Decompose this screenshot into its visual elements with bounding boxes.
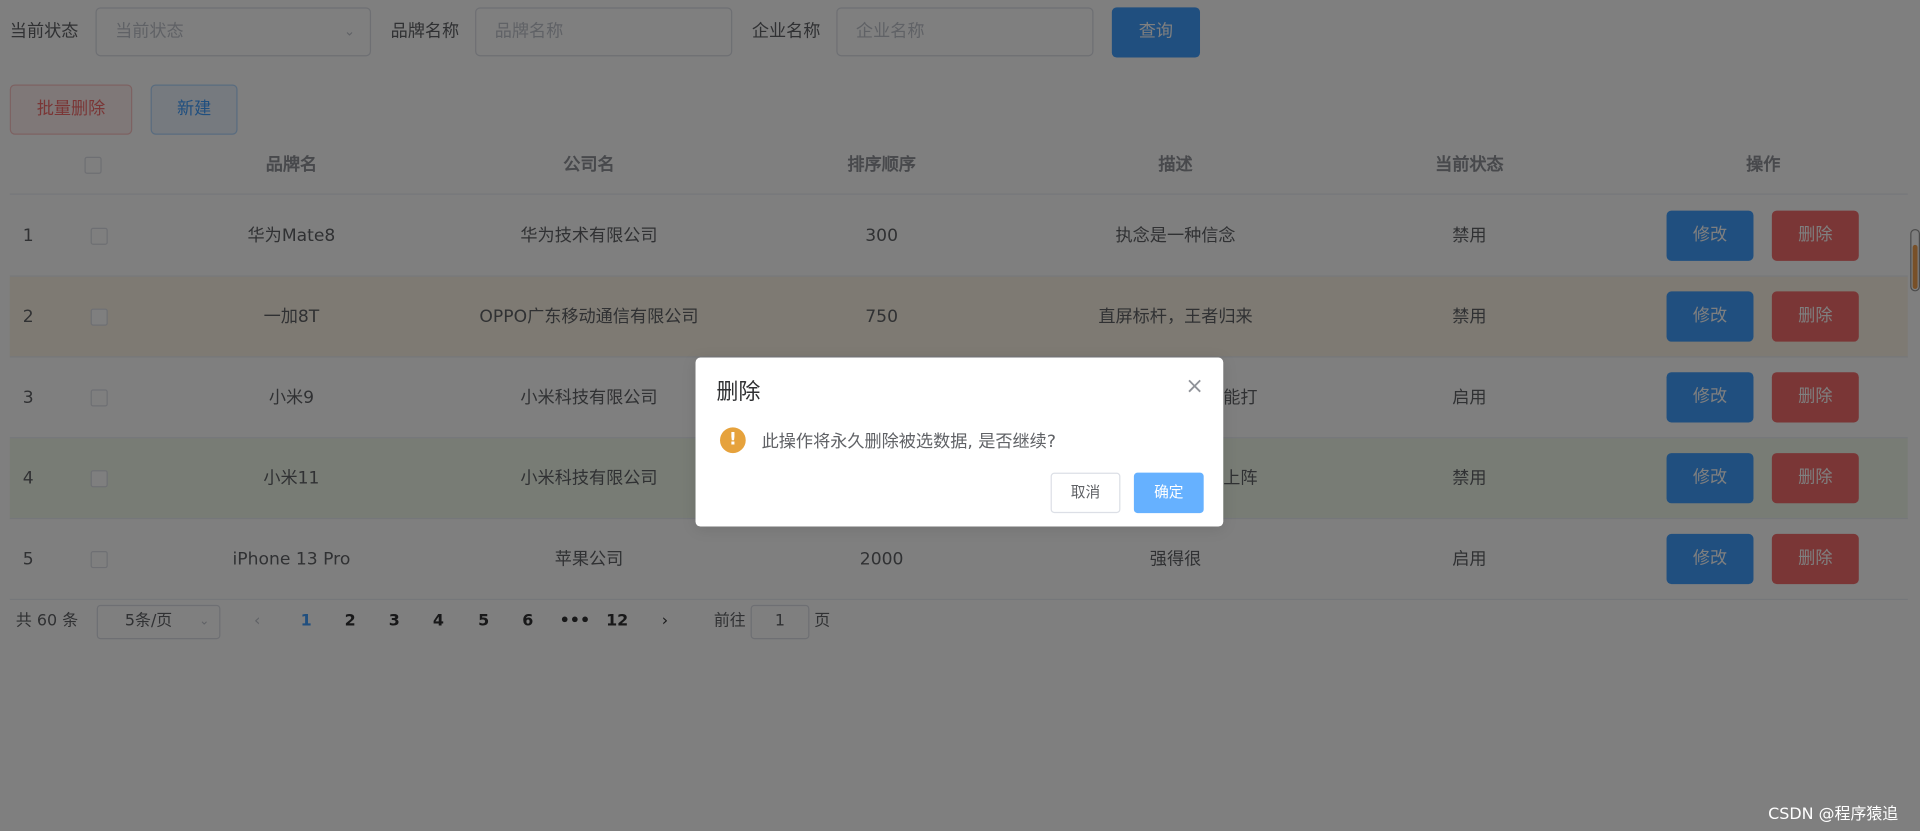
cancel-button[interactable]: 取消 bbox=[1050, 472, 1121, 514]
delete-confirm-dialog: 删除 × ! 此操作将永久删除被选数据, 是否继续? 取消 确定 bbox=[695, 357, 1224, 527]
dialog-title: 删除 bbox=[716, 379, 761, 406]
confirm-button[interactable]: 确定 bbox=[1133, 472, 1204, 514]
close-icon[interactable]: × bbox=[1185, 373, 1203, 399]
watermark: CSDN @程序猿追 bbox=[1768, 805, 1899, 825]
warning-icon: ! bbox=[720, 427, 746, 454]
dialog-message: 此操作将永久删除被选数据, 是否继续? bbox=[761, 432, 1056, 452]
